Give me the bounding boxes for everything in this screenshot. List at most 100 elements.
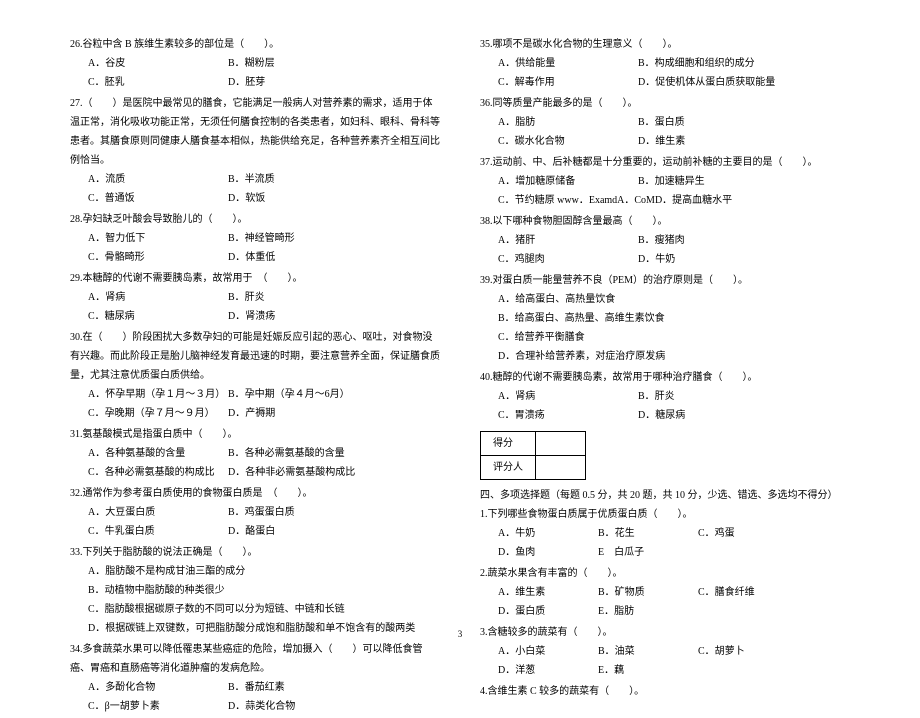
question-26: 26.谷粒中含 B 族维生素较多的部位是（ ）。 A．谷皮 B．糊粉层 C．胚乳…: [70, 35, 440, 92]
option-a: A．智力低下: [88, 229, 228, 248]
option-c: C．普通饭: [88, 189, 228, 208]
option-b: B．肝炎: [638, 387, 778, 406]
option-b: B．矿物质: [598, 583, 698, 602]
option-b: B．加速糖异生: [638, 172, 778, 191]
option-d: D．蒜类化合物: [228, 697, 368, 716]
option-c: C．β一胡萝卜素: [88, 697, 228, 716]
option-d: D．产褥期: [228, 404, 368, 423]
option-a: A．流质: [88, 170, 228, 189]
option-a: A．怀孕早期（孕１月～３月）: [88, 385, 228, 404]
left-column: 26.谷粒中含 B 族维生素较多的部位是（ ）。 A．谷皮 B．糊粉层 C．胚乳…: [70, 35, 440, 718]
multi-question-1: 1.下列哪些食物蛋白质属于优质蛋白质（ ）。 A．牛奶 B．花生 C．鸡蛋 D．…: [480, 505, 850, 562]
option-c: C．节约糖原 www．ExamdA．CoM: [498, 191, 655, 210]
question-31: 31.氨基酸模式是指蛋白质中（ ）。 A．各种氨基酸的含量 B．各种必需氨基酸的…: [70, 425, 440, 482]
option-a: A．增加糖原储备: [498, 172, 638, 191]
option-b: B．鸡蛋蛋白质: [228, 503, 368, 522]
score-table: 得分 评分人: [480, 431, 586, 480]
option-c: C．鸡腿肉: [498, 250, 638, 269]
option-d: D．软饭: [228, 189, 368, 208]
option-b: B．瘦猪肉: [638, 231, 778, 250]
option-a: A．供给能量: [498, 54, 638, 73]
option-c: C．牛乳蛋白质: [88, 522, 228, 541]
question-text: 39.对蛋白质一能量营养不良（PEM）的治疗原则是（ ）。: [480, 271, 850, 290]
option-b: B．神经管畸形: [228, 229, 368, 248]
option-e: E 白瓜子: [598, 543, 698, 562]
option-d: D．合理补给营养素，对症治疗原发病: [498, 347, 850, 366]
multi-question-3: 3.含糖较多的蔬菜有（ ）。 A．小白菜 B．油菜 C．胡萝卜 D．洋葱 E．藕: [480, 623, 850, 680]
option-d: D．胚芽: [228, 73, 368, 92]
question-29: 29.本糖醇的代谢不需要胰岛素，故常用于 （ ）。 A．肾病 B．肝炎 C．糖尿…: [70, 269, 440, 326]
option-a: A．多酚化合物: [88, 678, 228, 697]
page-number: 3: [458, 629, 463, 639]
section-4-heading: 四、多项选择题（每题 0.5 分，共 20 题，共 10 分，少选、错选、多选均…: [480, 486, 850, 505]
question-text: 35.哪项不是碳水化合物的生理意义（ ）。: [480, 35, 850, 54]
question-33: 33.下列关于脂肪酸的说法正确是（ ）。 A．脂肪酸不是构成甘油三酯的成分 B．…: [70, 543, 440, 638]
question-text: 27.（ ）是医院中最常见的膳食，它能满足一般病人对营养素的需求，适用于体温正常…: [70, 94, 440, 170]
option-d: D．体重低: [228, 248, 368, 267]
option-a: A．脂肪: [498, 113, 638, 132]
option-d: D．鱼肉: [498, 543, 598, 562]
option-e: E．藕: [598, 661, 698, 680]
option-b: B．油菜: [598, 642, 698, 661]
question-32: 32.通常作为参考蛋白质使用的食物蛋白质是 （ ）。 A．大豆蛋白质 B．鸡蛋蛋…: [70, 484, 440, 541]
question-text: 26.谷粒中含 B 族维生素较多的部位是（ ）。: [70, 35, 440, 54]
option-a: A．谷皮: [88, 54, 228, 73]
option-d: D．维生素: [638, 132, 778, 151]
option-b: B．各种必需氨基酸的含量: [228, 444, 368, 463]
option-d: D．根据碳链上双键数，可把脂肪酸分成饱和脂肪酸和单不饱含有的酸两类: [88, 619, 440, 638]
option-a: A．各种氨基酸的含量: [88, 444, 228, 463]
multi-question-4: 4.含维生素 C 较多的蔬菜有（ ）。: [480, 682, 850, 701]
question-text: 34.多食蔬菜水果可以降低罹患某些癌症的危险，增加摄入（ ）可以降低食管癌、胃癌…: [70, 640, 440, 678]
option-b: B．构成细胞和组织的成分: [638, 54, 778, 73]
right-column: 35.哪项不是碳水化合物的生理意义（ ）。 A．供给能量 B．构成细胞和组织的成…: [480, 35, 850, 718]
option-c: C．给营养平衡膳食: [498, 328, 850, 347]
score-label: 得分: [481, 432, 536, 456]
option-b: B．孕中期（孕４月～6月）: [228, 385, 368, 404]
option-b: B．花生: [598, 524, 698, 543]
question-34: 34.多食蔬菜水果可以降低罹患某些癌症的危险，增加摄入（ ）可以降低食管癌、胃癌…: [70, 640, 440, 716]
option-d: D．牛奶: [638, 250, 778, 269]
option-b: B．蛋白质: [638, 113, 778, 132]
question-text: 29.本糖醇的代谢不需要胰岛素，故常用于 （ ）。: [70, 269, 440, 288]
document-body: 26.谷粒中含 B 族维生素较多的部位是（ ）。 A．谷皮 B．糊粉层 C．胚乳…: [70, 35, 850, 718]
option-d: D．洋葱: [498, 661, 598, 680]
question-text: 1.下列哪些食物蛋白质属于优质蛋白质（ ）。: [480, 505, 850, 524]
question-text: 4.含维生素 C 较多的蔬菜有（ ）。: [480, 682, 850, 701]
option-a: A．肾病: [498, 387, 638, 406]
option-b: B．番茄红素: [228, 678, 368, 697]
option-c: C．鸡蛋: [698, 524, 798, 543]
grader-label: 评分人: [481, 456, 536, 480]
option-c: C．碳水化合物: [498, 132, 638, 151]
option-d: D．提高血糖水平: [655, 191, 795, 210]
option-c: C．胃溃疡: [498, 406, 638, 425]
option-a: A．牛奶: [498, 524, 598, 543]
option-b: B．给高蛋白、高热量、高维生素饮食: [498, 309, 850, 328]
option-d: D．糖尿病: [638, 406, 778, 425]
option-a: A．大豆蛋白质: [88, 503, 228, 522]
question-text: 3.含糖较多的蔬菜有（ ）。: [480, 623, 850, 642]
question-text: 38.以下哪种食物胆固醇含量最高（ ）。: [480, 212, 850, 231]
option-c: C．各种必需氨基酸的构成比: [88, 463, 228, 482]
option-c: C．膳食纤维: [698, 583, 798, 602]
grader-value: [536, 456, 586, 480]
question-37: 37.运动前、中、后补糖都是十分重要的，运动前补糖的主要目的是（ ）。 A．增加…: [480, 153, 850, 210]
option-b: B．肝炎: [228, 288, 368, 307]
question-38: 38.以下哪种食物胆固醇含量最高（ ）。 A．猪肝 B．瘦猪肉 C．鸡腿肉 D．…: [480, 212, 850, 269]
option-d: D．酪蛋白: [228, 522, 368, 541]
option-c: C．孕晚期（孕７月～９月）: [88, 404, 228, 423]
question-text: 30.在（ ）阶段困扰大多数孕妇的可能是妊娠反应引起的恶心、呕吐，对食物没有兴趣…: [70, 328, 440, 385]
question-40: 40.糖醇的代谢不需要胰岛素，故常用于哪种治疗膳食（ ）。 A．肾病 B．肝炎 …: [480, 368, 850, 425]
option-d: D．促使机体从蛋白质获取能量: [638, 73, 778, 92]
question-30: 30.在（ ）阶段困扰大多数孕妇的可能是妊娠反应引起的恶心、呕吐，对食物没有兴趣…: [70, 328, 440, 423]
option-e: E．脂肪: [598, 602, 698, 621]
score-value: [536, 432, 586, 456]
option-b: B．半流质: [228, 170, 368, 189]
option-a: A．肾病: [88, 288, 228, 307]
question-text: 40.糖醇的代谢不需要胰岛素，故常用于哪种治疗膳食（ ）。: [480, 368, 850, 387]
question-27: 27.（ ）是医院中最常见的膳食，它能满足一般病人对营养素的需求，适用于体温正常…: [70, 94, 440, 208]
question-text: 32.通常作为参考蛋白质使用的食物蛋白质是 （ ）。: [70, 484, 440, 503]
option-c: C．胚乳: [88, 73, 228, 92]
option-d: D．蛋白质: [498, 602, 598, 621]
option-c: C．骨骼畸形: [88, 248, 228, 267]
question-text: 31.氨基酸模式是指蛋白质中（ ）。: [70, 425, 440, 444]
